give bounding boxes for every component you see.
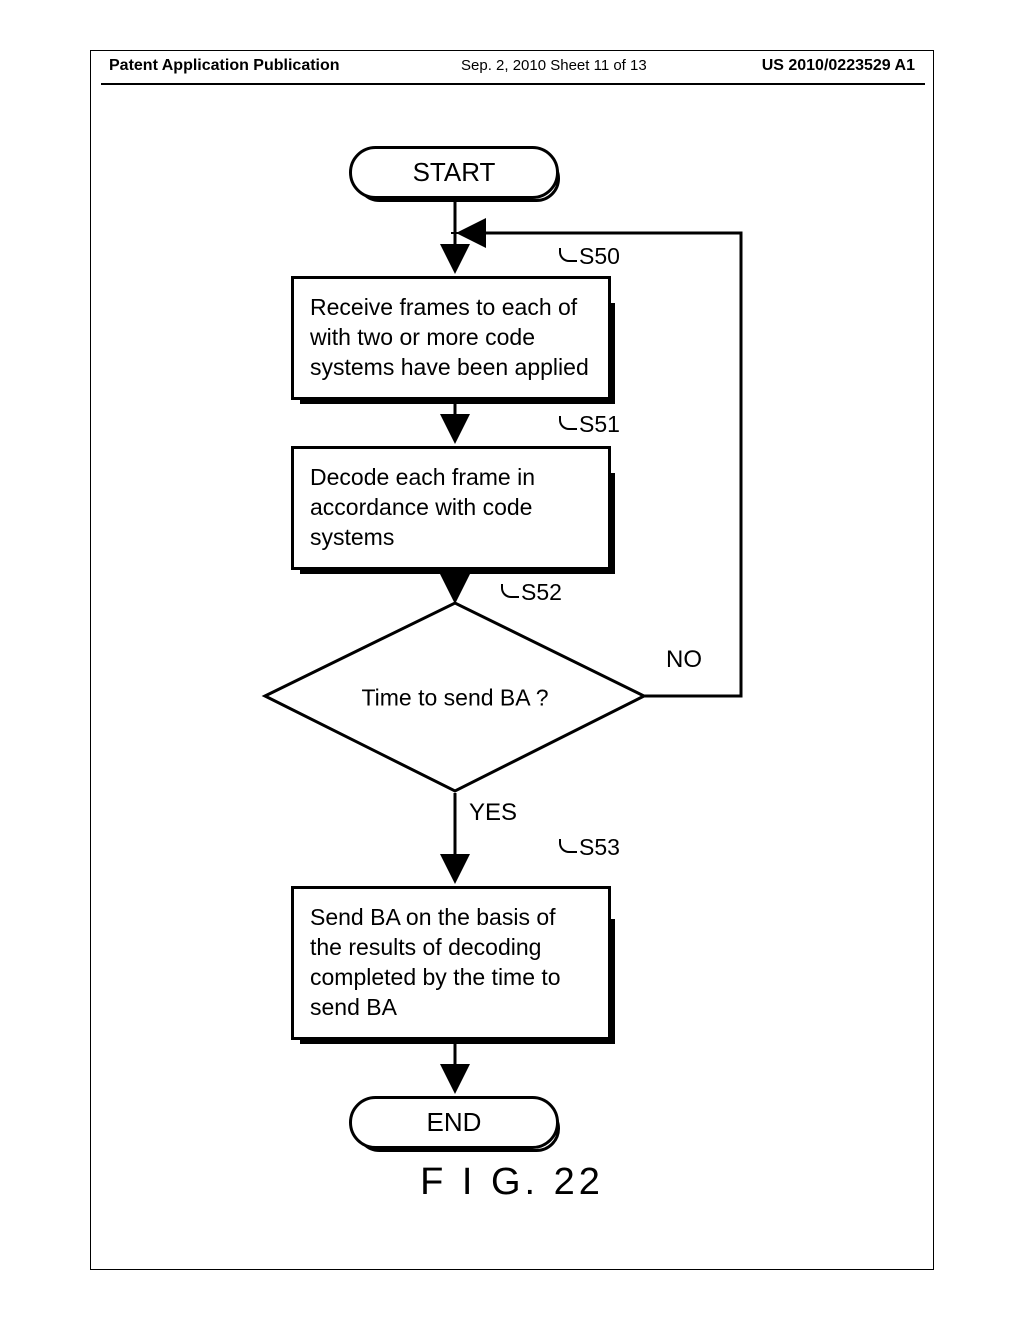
process-s53-text: Send BA on the basis of the results of d…	[310, 904, 561, 1020]
terminal-start: START	[349, 146, 559, 199]
header-mid: Sep. 2, 2010 Sheet 11 of 13	[461, 57, 647, 74]
terminal-end: END	[349, 1096, 559, 1149]
figure-caption: F I G. 22	[91, 1161, 933, 1204]
header-rule	[101, 83, 925, 85]
process-s50-text: Receive frames to each of with two or mo…	[310, 294, 589, 380]
step-tag-s53: S53	[559, 834, 620, 861]
step-tag-s51-text: S51	[579, 411, 620, 437]
process-s51: Decode each frame in accordance with cod…	[291, 446, 611, 570]
header-right: US 2010/0223529 A1	[762, 57, 915, 75]
flowchart: START S50 Receive frames to each of with…	[91, 141, 935, 1171]
decision-s52-text: Time to send BA ?	[265, 685, 645, 712]
step-tag-s52-text: S52	[521, 579, 562, 605]
branch-label-yes: YES	[469, 799, 517, 827]
header-left: Patent Application Publication	[109, 57, 340, 75]
step-tag-s52: S52	[501, 579, 562, 606]
terminal-start-label: START	[413, 157, 496, 187]
page-frame: Patent Application Publication Sep. 2, 2…	[90, 50, 934, 1270]
process-s50: Receive frames to each of with two or mo…	[291, 276, 611, 400]
step-tag-s50: S50	[559, 243, 620, 270]
process-s53: Send BA on the basis of the results of d…	[291, 886, 611, 1040]
process-s51-text: Decode each frame in accordance with cod…	[310, 464, 535, 550]
step-tag-s50-text: S50	[579, 243, 620, 269]
decision-s52: Time to send BA ?	[265, 603, 645, 793]
terminal-end-label: END	[427, 1107, 482, 1137]
step-tag-s53-text: S53	[579, 834, 620, 860]
branch-label-no: NO	[666, 646, 702, 674]
step-tag-s51: S51	[559, 411, 620, 438]
